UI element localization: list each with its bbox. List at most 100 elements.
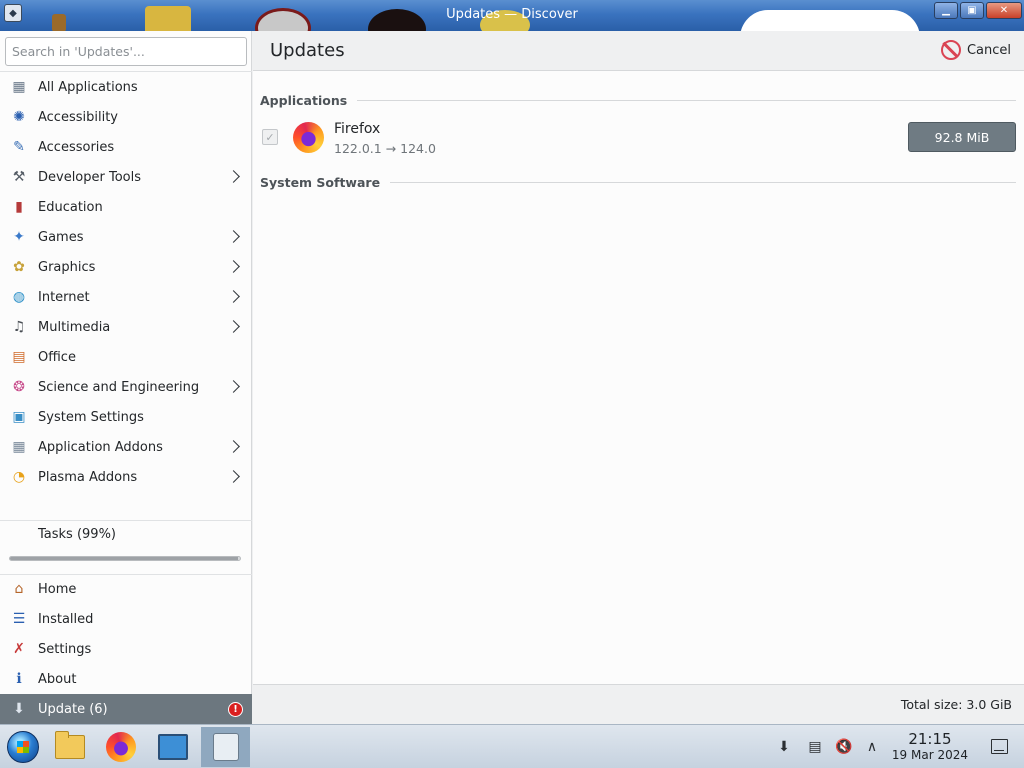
settings-tools-icon: ✗ <box>13 641 25 657</box>
sidebar-item-label: Graphics <box>38 259 96 275</box>
chevron-right-icon <box>226 169 242 185</box>
page-title: Updates <box>270 40 345 61</box>
nav-item-home[interactable]: ⌂ Home <box>0 574 252 604</box>
tasks-label[interactable]: Tasks (99%) <box>38 527 116 542</box>
home-icon: ⌂ <box>14 581 24 597</box>
accessories-icon: ✎ <box>13 139 25 155</box>
search-input[interactable] <box>12 44 212 59</box>
sidebar-item-label: Accessibility <box>38 109 118 125</box>
taskbar-firefox[interactable] <box>98 727 144 767</box>
grid-icon: ▦ <box>12 79 26 95</box>
nav-item-installed-list[interactable]: ☰ Installed <box>0 604 252 634</box>
show-desktop-icon[interactable] <box>991 739 1008 754</box>
folder-icon <box>55 731 85 759</box>
accessibility-icon: ✺ <box>13 109 25 125</box>
sidebar-item-internet[interactable]: ◍ Internet <box>0 282 252 312</box>
total-size: Total size: 3.0 GiB <box>900 697 1012 712</box>
sidebar-item-system-settings[interactable]: ▣ System Settings <box>0 402 252 432</box>
sidebar-item-graphics[interactable]: ✿ Graphics <box>0 252 252 282</box>
sidebar-item-label: Education <box>38 199 103 215</box>
sidebar-item-education[interactable]: ▮ Education <box>0 192 252 222</box>
navigation-list: ⌂ Home ☰ Installed ✗ Settings ℹ About ⬇ Update (6… <box>0 574 252 724</box>
page-footer: Total size: 3.0 GiB <box>253 684 1024 724</box>
sidebar-item-label: Developer Tools <box>38 169 142 185</box>
games-icon: ✦ <box>13 229 25 245</box>
update-icon: ⬇ <box>13 701 25 717</box>
sidebar-item-label: Accessories <box>38 139 115 155</box>
firefox-icon <box>293 122 324 153</box>
update-version: 122.0.1 → 124.0 <box>334 141 436 156</box>
divider <box>0 520 252 521</box>
chevron-right-icon <box>226 259 242 275</box>
taskbar-system-settings[interactable] <box>150 727 196 767</box>
tray-clipboard-icon[interactable]: ▤ <box>803 725 827 768</box>
nav-item-settings-tools[interactable]: ✗ Settings <box>0 634 252 664</box>
start-menu-button[interactable] <box>0 727 46 767</box>
nav-item-info[interactable]: ℹ About <box>0 664 252 694</box>
page-header: Updates Cancel <box>253 31 1024 71</box>
sidebar-item-label: All Applications <box>38 79 138 95</box>
sidebar-item-developer-tools[interactable]: ⚒ Developer Tools <box>0 162 252 192</box>
section-label: System Software <box>260 175 381 190</box>
tasks-progress-bar <box>9 556 241 561</box>
nav-item-label: About <box>38 671 77 687</box>
update-alert-badge: ! <box>228 701 243 717</box>
chevron-right-icon <box>226 319 242 335</box>
update-app-name: Firefox <box>334 121 381 137</box>
tray-expand-icon[interactable]: ∧ <box>860 725 884 768</box>
developer-tools-icon: ⚒ <box>12 169 26 185</box>
nav-item-label: Installed <box>38 611 94 627</box>
sidebar-item-multimedia[interactable]: ♫ Multimedia <box>0 312 252 342</box>
discover-icon <box>212 733 239 761</box>
sidebar-item-label: Games <box>38 229 84 245</box>
window-titlebar[interactable]: ◆ Updates — Discover ▁ ▣ ✕ <box>0 0 1024 31</box>
category-list: ▦ All Applications ✺ Accessibility ✎ Accessor… <box>0 71 252 492</box>
chevron-right-icon <box>226 379 242 395</box>
sidebar-item-label: Science and Engineering <box>38 379 200 395</box>
sidebar-item-grid[interactable]: ▦ All Applications <box>0 72 252 102</box>
sidebar-item-science[interactable]: ❂ Science and Engineering <box>0 372 252 402</box>
science-icon: ❂ <box>13 379 25 395</box>
sidebar-item-label: System Settings <box>38 409 144 425</box>
sidebar-item-label: Internet <box>38 289 90 305</box>
chevron-right-icon <box>226 289 242 305</box>
tasks-progress-fill <box>10 557 238 560</box>
main-content: Updates Cancel Applications ✓ Firefox 12… <box>253 31 1024 724</box>
cancel-label: Cancel <box>966 42 1011 58</box>
sidebar-item-accessories[interactable]: ✎ Accessories <box>0 132 252 162</box>
tray-discover-icon[interactable]: ⬇ <box>772 725 796 768</box>
graphics-icon: ✿ <box>13 259 25 275</box>
chevron-right-icon <box>226 229 242 245</box>
chevron-right-icon <box>226 439 242 455</box>
sidebar-item-label: Multimedia <box>38 319 111 335</box>
firefox-icon <box>106 732 136 762</box>
sidebar-item-plasma-addons[interactable]: ◔ Plasma Addons <box>0 462 252 492</box>
clock[interactable]: 21:15 19 Mar 2024 <box>892 731 968 763</box>
sidebar-item-label: Application Addons <box>38 439 163 455</box>
window-title: Updates — Discover <box>446 7 578 22</box>
update-item[interactable]: ✓ Firefox 122.0.1 → 124.0 92.8 MiB <box>253 114 1024 158</box>
taskbar-discover[interactable] <box>201 727 250 767</box>
plasma-addons-icon: ◔ <box>12 469 26 485</box>
tray-volume-muted-icon[interactable]: 🔇 <box>832 725 856 768</box>
close-button[interactable]: ✕ <box>986 2 1022 19</box>
search-box[interactable] <box>5 37 247 66</box>
clock-time: 21:15 <box>908 730 952 748</box>
section-divider <box>390 182 1016 183</box>
sidebar-item-office[interactable]: ▤ Office <box>0 342 252 372</box>
maximize-button[interactable]: ▣ <box>960 2 984 19</box>
taskbar: ⬇ ▤ 🔇 ∧ 21:15 19 Mar 2024 <box>0 724 1024 768</box>
nav-item-update[interactable]: ⬇ Update (6)! <box>0 694 252 724</box>
sidebar-item-games[interactable]: ✦ Games <box>0 222 252 252</box>
taskbar-file-manager[interactable] <box>47 727 93 767</box>
sidebar-item-application-addons[interactable]: ▦ Application Addons <box>0 432 252 462</box>
sidebar-item-accessibility[interactable]: ✺ Accessibility <box>0 102 252 132</box>
system-settings-icon: ▣ <box>12 409 26 425</box>
update-checkbox[interactable]: ✓ <box>262 129 278 145</box>
update-size-button[interactable]: 92.8 MiB <box>908 122 1016 152</box>
cancel-button[interactable]: Cancel <box>940 40 1011 60</box>
clock-date: 19 Mar 2024 <box>891 748 968 762</box>
nav-item-label: Home <box>38 581 77 597</box>
minimize-button[interactable]: ▁ <box>934 2 958 19</box>
start-orb-icon <box>7 731 39 763</box>
